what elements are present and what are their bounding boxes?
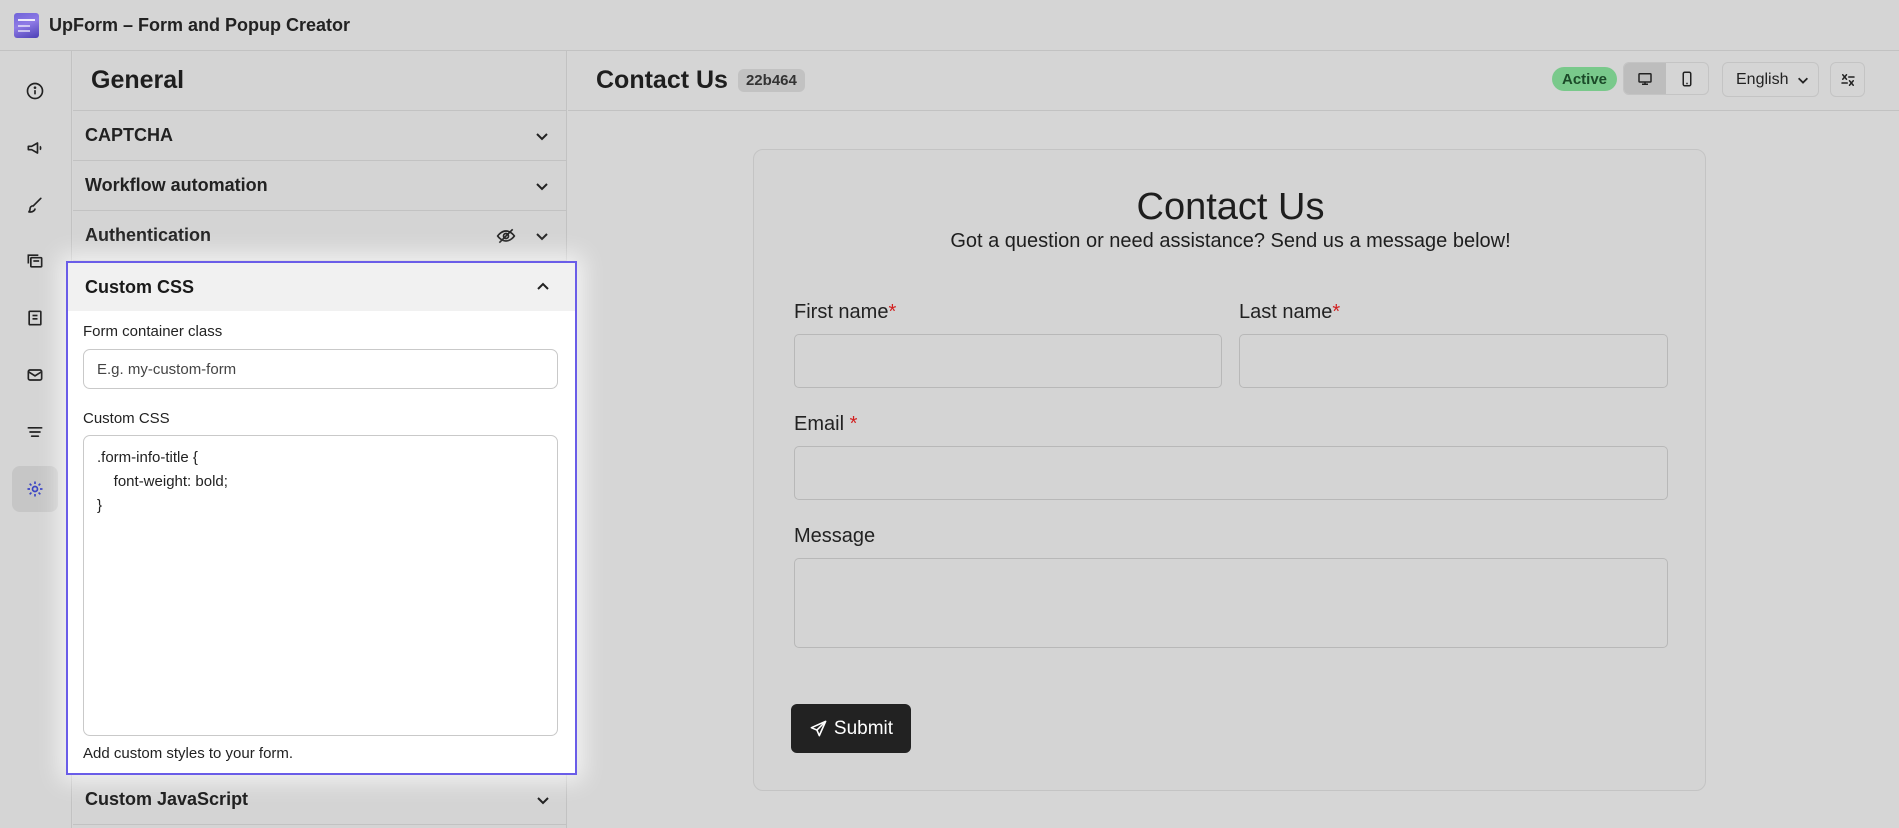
- last-name-field[interactable]: [1239, 334, 1668, 388]
- custom-css-help: Add custom styles to your form.: [83, 745, 294, 762]
- submit-button[interactable]: Submit: [791, 704, 911, 753]
- section-label: CAPTCHA: [85, 125, 173, 145]
- chevron-down-icon: [1798, 77, 1809, 84]
- section-label: Custom CSS: [85, 276, 195, 297]
- send-icon: [810, 720, 827, 737]
- ab-settings-button[interactable]: [1830, 62, 1865, 97]
- message-label: Message: [794, 525, 876, 547]
- rail-item-settings[interactable]: [12, 466, 58, 512]
- rail-item-info[interactable]: [12, 68, 58, 114]
- app-title: UpForm – Form and Popup Creator: [49, 14, 351, 35]
- chevron-down-icon: [537, 796, 549, 804]
- smartphone-icon: [1682, 71, 1692, 86]
- layers-icon: [27, 254, 43, 268]
- preview-header: Contact Us 22b464 Active English: [568, 51, 1899, 111]
- section-label: Workflow automation: [85, 175, 268, 195]
- monitor-icon: [1638, 72, 1652, 85]
- submit-label: Submit: [833, 717, 894, 739]
- rail-item-integrations[interactable]: [12, 238, 58, 284]
- app-logo: [14, 12, 39, 38]
- section-label: Custom JavaScript: [85, 789, 249, 809]
- first-name-label: First name*: [794, 301, 897, 323]
- message-field[interactable]: [794, 558, 1668, 648]
- chevron-down-icon: [536, 132, 548, 140]
- device-view-toggle: [1623, 62, 1709, 95]
- section-captcha[interactable]: CAPTCHA: [73, 111, 566, 161]
- status-badge: Active: [1552, 67, 1618, 91]
- preview-subtitle: Got a question or need assistance? Send …: [950, 230, 1511, 252]
- mail-icon: [27, 369, 43, 381]
- panel-title: General: [73, 51, 566, 111]
- rail-item-entries[interactable]: [12, 295, 58, 341]
- custom-css-editor[interactable]: .form-info-title { font-weight: bold; }: [83, 435, 558, 736]
- email-field[interactable]: [794, 446, 1668, 500]
- app-header: UpForm – Form and Popup Creator: [0, 0, 1899, 51]
- form-container-class-input[interactable]: [83, 349, 558, 389]
- chevron-up-icon: [537, 282, 549, 290]
- language-value: English: [1736, 70, 1789, 88]
- language-select[interactable]: English: [1722, 62, 1819, 97]
- form-preview: Contact Us Got a question or need assist…: [753, 149, 1706, 791]
- section-label: Authentication: [85, 225, 211, 245]
- rail-item-popup[interactable]: [12, 125, 58, 171]
- gear-icon: [27, 481, 43, 497]
- mobile-view-button[interactable]: [1666, 63, 1708, 94]
- section-authentication[interactable]: Authentication: [73, 211, 566, 261]
- email-label: Email *: [794, 413, 858, 435]
- section-custom-css-header[interactable]: Custom CSS: [68, 263, 575, 311]
- section-custom-javascript[interactable]: Custom JavaScript: [73, 775, 567, 825]
- last-name-label: Last name*: [1239, 301, 1341, 323]
- icon-rail: [0, 51, 72, 828]
- form-title: Contact Us: [596, 66, 728, 94]
- rail-item-design[interactable]: [12, 182, 58, 228]
- form-id-badge: 22b464: [737, 69, 805, 92]
- brush-icon: [28, 197, 42, 213]
- chevron-down-icon: [536, 232, 548, 240]
- swap-settings-icon: [1840, 73, 1855, 86]
- preview-title: Contact Us: [1136, 186, 1325, 228]
- filter-icon: [27, 427, 43, 437]
- form-container-class-label: Form container class: [83, 323, 223, 340]
- section-workflow[interactable]: Workflow automation: [73, 161, 566, 211]
- eye-off-icon[interactable]: [496, 226, 516, 246]
- custom-css-label: Custom CSS: [83, 410, 170, 427]
- entries-icon: [28, 310, 42, 326]
- info-icon: [26, 82, 44, 100]
- megaphone-icon: [27, 142, 42, 154]
- chevron-down-icon: [536, 182, 548, 190]
- rail-item-email[interactable]: [12, 352, 58, 398]
- first-name-field[interactable]: [794, 334, 1222, 388]
- desktop-view-button[interactable]: [1624, 63, 1666, 94]
- rail-item-filters[interactable]: [12, 409, 58, 455]
- section-custom-css: Custom CSS Form container class Custom C…: [66, 261, 577, 775]
